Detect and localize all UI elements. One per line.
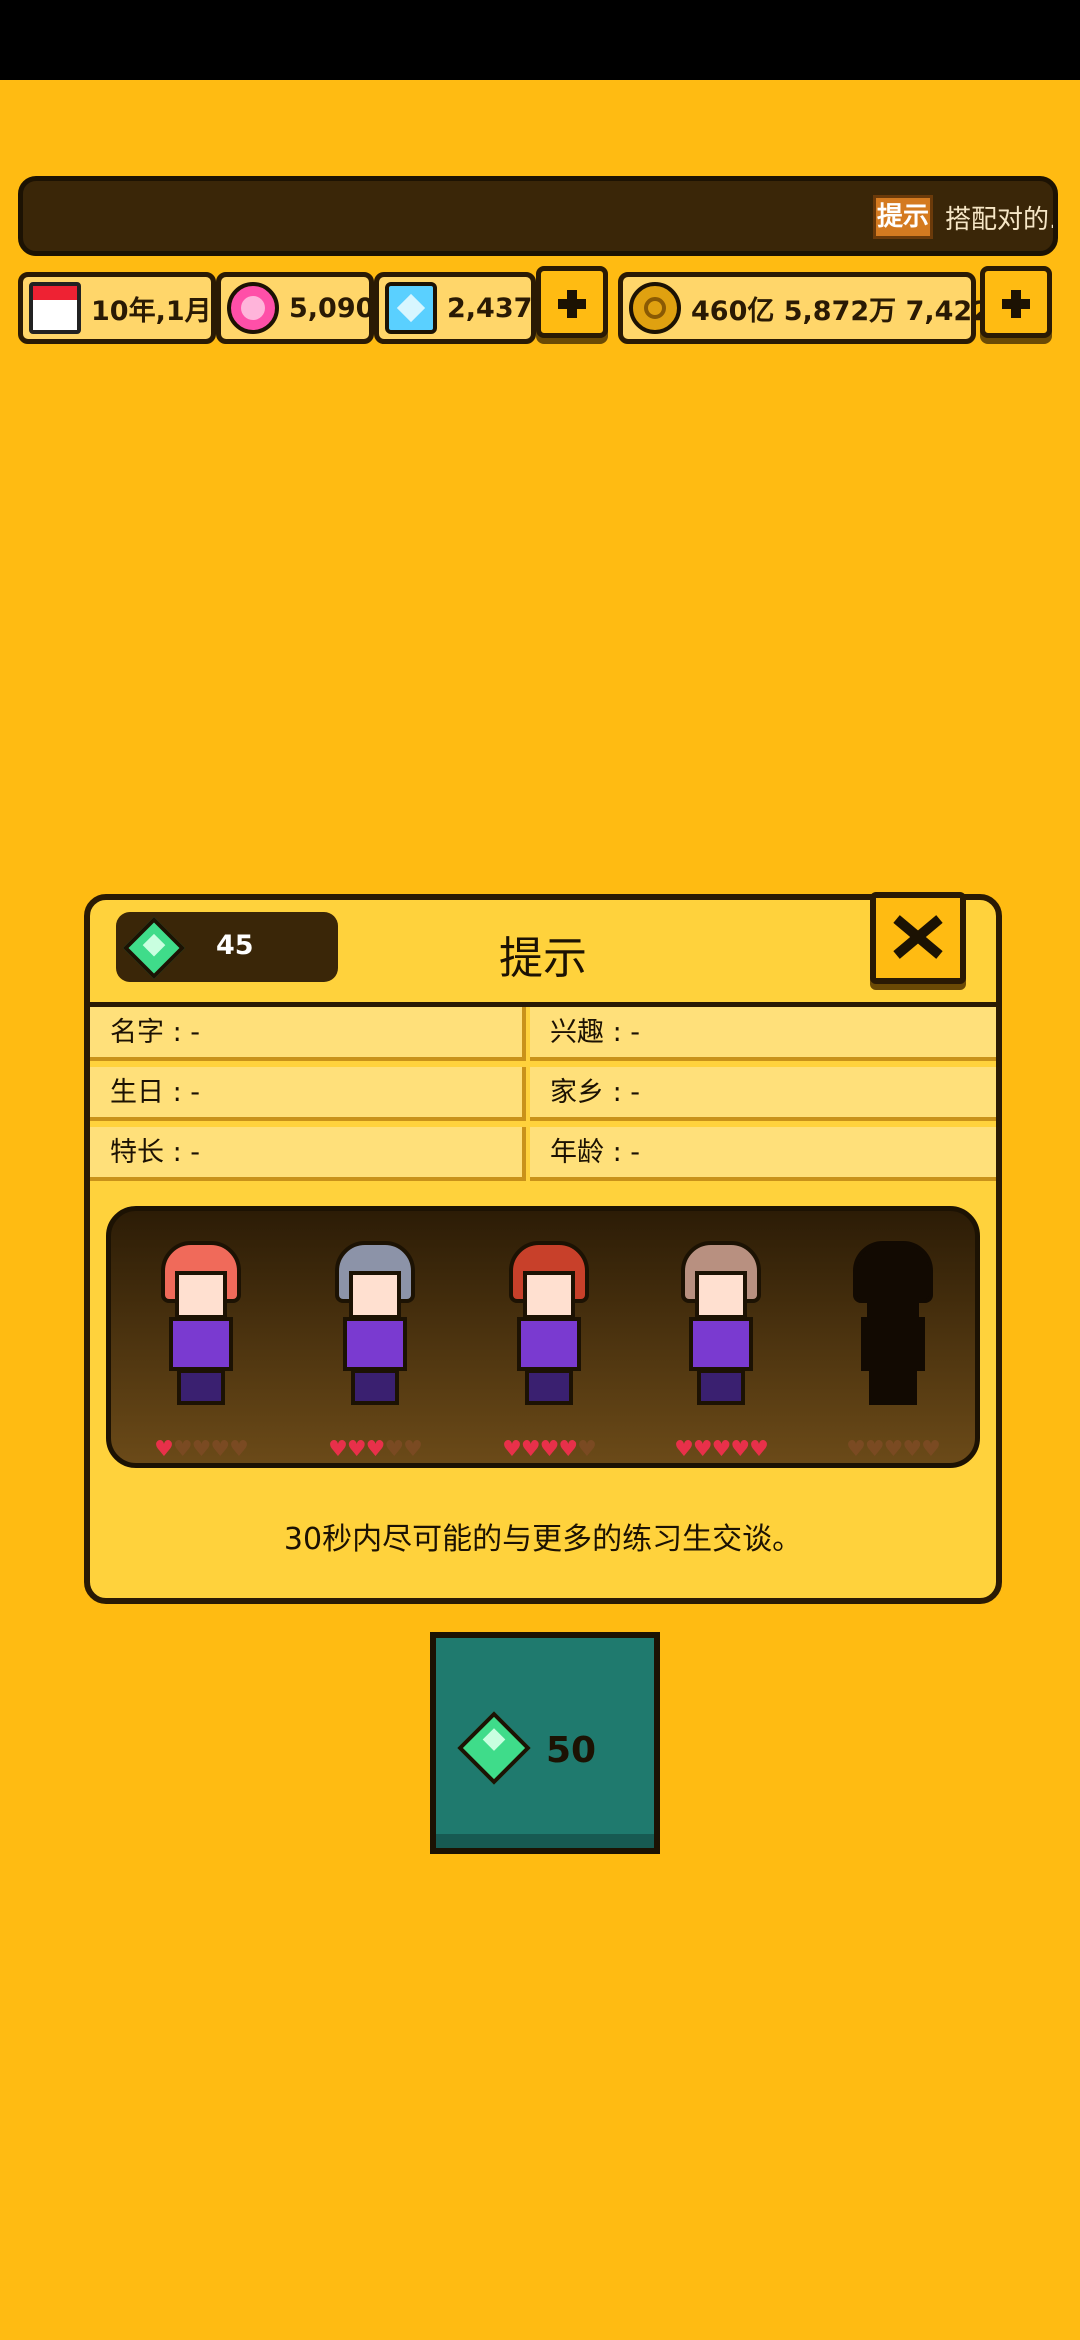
heart-icon: ♥ xyxy=(846,1437,866,1462)
character-body xyxy=(343,1317,407,1371)
affection-hearts: ♥♥♥♥♥ xyxy=(646,1437,796,1462)
character-trainee-locked xyxy=(843,1241,943,1411)
character-face xyxy=(695,1271,747,1319)
hint-dialog: 45 提示 名字 : - 兴趣 : - 生日 : - 家乡 : - 特长 : -… xyxy=(84,892,1002,1604)
dialog-header: 45 提示 xyxy=(90,892,996,1004)
blue-gem-value: 2,437 xyxy=(447,292,533,324)
blue-gem-counter: 2,437 xyxy=(374,272,536,344)
buy-hint-button[interactable]: 50 xyxy=(430,1632,660,1854)
character-face xyxy=(175,1271,227,1319)
heart-icon: ♥ xyxy=(365,1437,386,1462)
close-button[interactable] xyxy=(870,892,966,984)
heart-icon: ♥ xyxy=(749,1437,769,1462)
character-trainee-red xyxy=(151,1241,251,1411)
blue-gem-icon xyxy=(385,282,437,334)
affection-hearts: ♥♥♥♥♥ xyxy=(474,1437,624,1462)
money-value: 460亿 5,872万 7,422元 xyxy=(691,295,1018,327)
character-legs xyxy=(697,1369,745,1405)
character-trainee-gray xyxy=(325,1241,425,1411)
character-legs xyxy=(525,1369,573,1405)
character-lineup: ♥♥♥♥♥ ♥♥♥♥♥ ♥♥♥♥♥ ♥♥♥♥♥ ♥♥♥♥♥ xyxy=(106,1206,980,1468)
news-ticker: 提示 搭配对的. xyxy=(18,176,1058,256)
heart-icon: ♥ xyxy=(328,1437,348,1462)
character-legs xyxy=(177,1369,225,1405)
heart-icon: ♥ xyxy=(730,1437,750,1462)
info-age: 年龄 : - xyxy=(530,1127,996,1181)
heart-icon: ♥ xyxy=(539,1437,560,1462)
cost-value: 50 xyxy=(546,1730,597,1771)
heart-icon: ♥ xyxy=(172,1437,193,1462)
affection-hearts: ♥♥♥♥♥ xyxy=(818,1437,968,1462)
coin-icon xyxy=(629,282,681,334)
ticker-tag: 提示 xyxy=(873,195,933,239)
dialog-title: 提示 xyxy=(499,933,587,984)
heart-icon: ♥ xyxy=(154,1437,174,1462)
info-hobby: 兴趣 : - xyxy=(530,1007,996,1061)
character-body xyxy=(689,1317,753,1371)
affection-hearts: ♥♥♥♥♥ xyxy=(126,1437,276,1462)
trainee-info-grid: 名字 : - 兴趣 : - 生日 : - 家乡 : - 特长 : - 年龄 : … xyxy=(90,1002,996,1199)
affection-hearts: ♥♥♥♥♥ xyxy=(300,1437,450,1462)
heart-icon: ♥ xyxy=(520,1437,541,1462)
calendar-icon xyxy=(29,282,81,334)
heart-icon: ♥ xyxy=(384,1437,404,1462)
heart-icon: ♥ xyxy=(674,1437,694,1462)
heart-icon: ♥ xyxy=(921,1437,941,1462)
green-gem-icon xyxy=(457,1711,531,1785)
add-money-button[interactable] xyxy=(980,266,1052,338)
info-hometown: 家乡 : - xyxy=(530,1067,996,1121)
heart-icon: ♥ xyxy=(692,1437,713,1462)
info-birthday: 生日 : - xyxy=(90,1067,526,1121)
heart-icon: ♥ xyxy=(902,1437,922,1462)
heart-icon: ♥ xyxy=(558,1437,578,1462)
pink-gem-icon xyxy=(227,282,279,334)
info-name: 名字 : - xyxy=(90,1007,526,1061)
heart-icon: ♥ xyxy=(502,1437,522,1462)
character-legs xyxy=(351,1369,399,1405)
heart-icon: ♥ xyxy=(346,1437,367,1462)
heart-icon: ♥ xyxy=(191,1437,212,1462)
character-body xyxy=(517,1317,581,1371)
status-bar xyxy=(0,0,1080,80)
heart-icon: ♥ xyxy=(229,1437,249,1462)
pink-gem-counter: 5,090 xyxy=(216,272,374,344)
character-body xyxy=(861,1317,925,1371)
date-display: 10年,1月 xyxy=(18,272,216,344)
heart-icon: ♥ xyxy=(577,1437,597,1462)
ticker-text: 搭配对的. xyxy=(945,205,1058,235)
date-value: 10年,1月 xyxy=(91,295,212,327)
heart-icon: ♥ xyxy=(403,1437,423,1462)
add-gems-button[interactable] xyxy=(536,266,608,338)
pink-gem-value: 5,090 xyxy=(289,292,375,324)
info-specialty: 特长 : - xyxy=(90,1127,526,1181)
character-face xyxy=(349,1271,401,1319)
heart-icon: ♥ xyxy=(864,1437,885,1462)
heart-icon: ♥ xyxy=(210,1437,230,1462)
character-body xyxy=(169,1317,233,1371)
character-trainee-brown xyxy=(671,1241,771,1411)
character-face xyxy=(867,1271,919,1319)
character-face xyxy=(523,1271,575,1319)
heart-icon: ♥ xyxy=(883,1437,904,1462)
hint-description: 30秒内尽可能的与更多的练习生交谈。 xyxy=(283,1522,803,1557)
money-counter: 460亿 5,872万 7,422元 xyxy=(618,272,1018,344)
heart-icon: ♥ xyxy=(711,1437,732,1462)
character-trainee-auburn xyxy=(499,1241,599,1411)
character-legs xyxy=(869,1369,917,1405)
